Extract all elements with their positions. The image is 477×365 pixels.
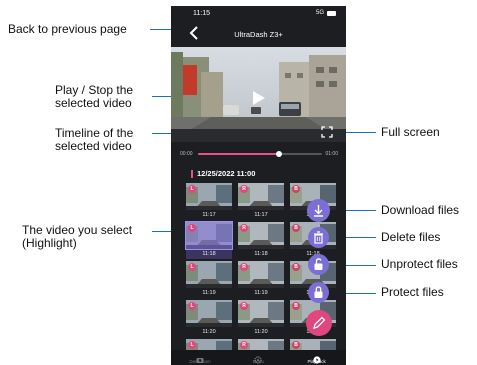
callout-play: Play / Stop the selected video — [55, 83, 134, 110]
camera-badge: L — [188, 224, 196, 232]
status-bar: 11:15 5G — [171, 6, 346, 22]
tab-playback[interactable]: Playback — [288, 350, 346, 365]
callout-back: Back to previous page — [8, 22, 127, 36]
timeline-handle[interactable] — [275, 151, 282, 157]
camera-badge: R — [240, 302, 248, 310]
tab-menu[interactable]: Menu — [229, 350, 287, 365]
date-marker — [191, 170, 193, 178]
tab-label: Menu — [252, 359, 264, 364]
camera-badge: R — [240, 185, 248, 193]
video-thumbnail[interactable]: R 11:20 — [238, 300, 284, 337]
tab-dash-cam[interactable]: Dash Cam — [171, 350, 229, 365]
thumbnail-time: 11:18 — [254, 251, 268, 257]
thumbnail-time: 11:20 — [254, 329, 268, 335]
protect-button[interactable] — [308, 282, 329, 303]
network-label: 5G — [315, 10, 324, 16]
video-thumbnail[interactable]: L 11:17 — [186, 183, 232, 220]
camera-badge: L — [188, 263, 196, 271]
video-thumbnail[interactable]: L 11:18 — [185, 221, 233, 259]
camera-badge: B — [292, 185, 300, 193]
camera-badge: B — [292, 224, 300, 232]
callout-delete: Delete files — [381, 230, 441, 244]
tab-bar: Dash Cam Menu Playback — [171, 350, 346, 365]
camera-badge: R — [240, 263, 248, 271]
download-icon — [314, 205, 323, 217]
gear-icon — [254, 351, 262, 364]
camera-badge: L — [188, 341, 196, 349]
leader-delete — [342, 237, 376, 238]
camera-badge: L — [188, 185, 196, 193]
play-circle-icon — [312, 351, 321, 364]
download-button[interactable] — [307, 199, 330, 222]
callout-unprotect: Unprotect files — [381, 257, 458, 271]
timeline-start: 00:00 — [180, 151, 193, 157]
fullscreen-button[interactable] — [321, 125, 333, 138]
battery-icon — [327, 11, 336, 16]
thumbnail-time: 11:20 — [202, 329, 216, 335]
thumbnail-time: 11:19 — [254, 290, 268, 296]
leader-protect — [342, 293, 376, 294]
video-thumbnail[interactable]: L 11:19 — [186, 261, 232, 298]
thumbnail-time: 11:18 — [202, 251, 216, 257]
tab-label: Playback — [307, 359, 326, 364]
trash-icon — [314, 231, 323, 244]
status-time: 11:15 — [193, 10, 210, 17]
camera-icon — [196, 351, 204, 363]
camera-badge: L — [188, 302, 196, 310]
play-button[interactable] — [249, 89, 267, 107]
timeline-track[interactable] — [198, 151, 322, 157]
camera-badge: R — [240, 341, 248, 349]
video-thumbnail[interactable]: L 11:20 — [186, 300, 232, 337]
delete-button[interactable] — [308, 227, 329, 248]
fullscreen-icon — [321, 126, 333, 138]
callout-fullscreen: Full screen — [381, 125, 440, 139]
nav-bar: UltraDash Z3+ — [171, 22, 346, 46]
callout-timeline: Timeline of the selected video — [55, 126, 134, 153]
timeline-end: 01:00 — [325, 151, 338, 157]
unprotect-button[interactable] — [308, 254, 329, 275]
camera-badge: B — [292, 341, 300, 349]
date-label: 12/25/2022 11:00 — [197, 169, 256, 178]
video-thumbnail[interactable]: R 11:18 — [238, 222, 284, 259]
phone-screen: 11:15 5G UltraDash Z3+ 00:00 01:00 12/25… — [171, 6, 346, 365]
tab-label: Dash Cam — [189, 359, 211, 364]
edit-button[interactable] — [306, 310, 332, 336]
timeline-progress — [198, 153, 279, 155]
lock-icon — [314, 286, 323, 298]
callout-select: The video you select (Highlight) — [22, 223, 133, 250]
thumbnail-time: 11:19 — [202, 290, 216, 296]
video-thumbnail[interactable]: R 11:19 — [238, 261, 284, 298]
video-thumbnail[interactable]: R 11:17 — [238, 183, 284, 220]
camera-badge: R — [240, 224, 248, 232]
leader-download — [342, 210, 376, 211]
camera-badge: B — [292, 302, 300, 310]
unlock-icon — [314, 258, 323, 270]
thumbnail-time: 11:17 — [202, 212, 216, 218]
leader-unprotect — [342, 265, 376, 266]
callout-protect: Protect files — [381, 285, 444, 299]
play-icon — [253, 91, 265, 105]
callout-download: Download files — [381, 203, 460, 217]
thumbnail-time: 11:17 — [254, 212, 268, 218]
camera-badge: B — [292, 263, 300, 271]
video-timeline[interactable]: 00:00 01:00 — [171, 145, 346, 161]
app-title: UltraDash Z3+ — [234, 30, 283, 39]
video-player[interactable] — [171, 47, 346, 142]
pencil-icon — [313, 316, 326, 329]
